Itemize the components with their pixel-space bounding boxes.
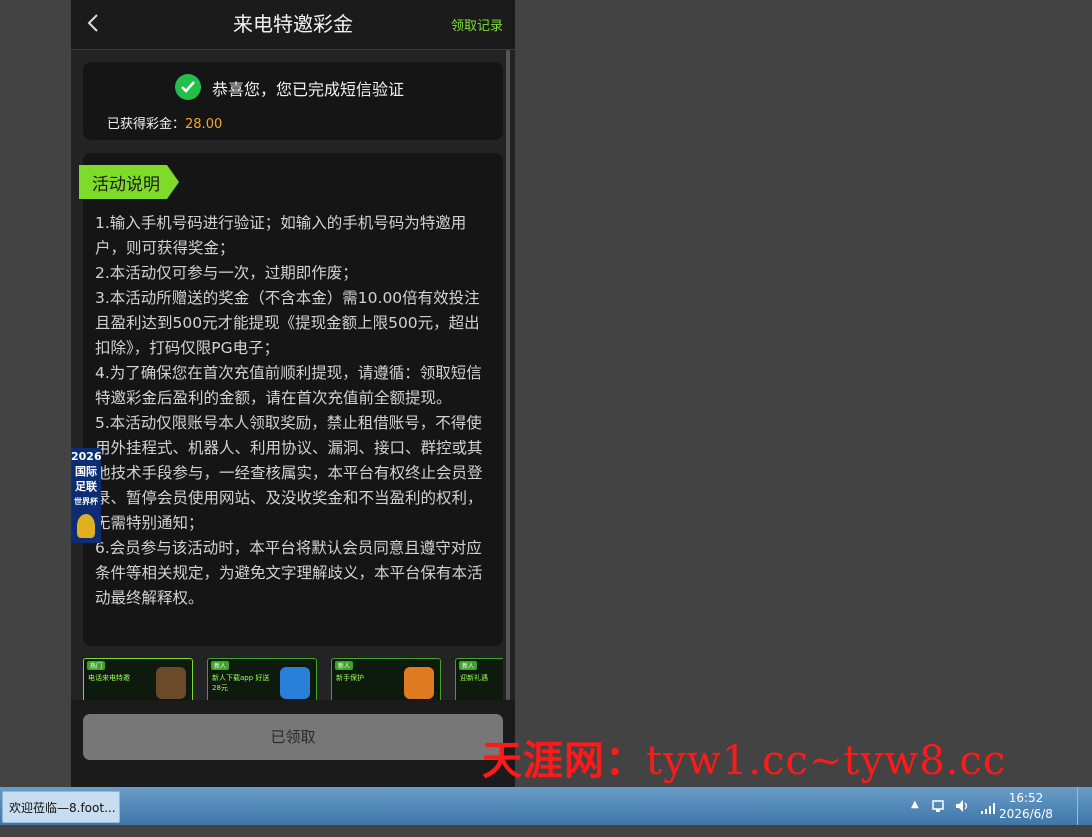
rule-item: 6.会员参与该活动时，本平台将默认会员同意且遵守对应条件等相关规定，为避免文字理… xyxy=(95,539,483,607)
promo-thumbnail[interactable]: 新人 迎新礼遇 xyxy=(455,658,503,702)
promo-thumbnail[interactable]: 新人 新手保护 xyxy=(331,658,441,702)
records-link[interactable]: 领取记录 xyxy=(451,15,503,34)
rule-item: 2.本活动仅可参与一次，过期即作废； xyxy=(95,264,358,282)
taskbar-window-button[interactable]: 欢迎莅临—8.foot... xyxy=(2,791,120,823)
person-image-icon xyxy=(156,667,186,699)
show-desktop-button[interactable] xyxy=(1077,787,1092,825)
badge-line: 足联 xyxy=(75,480,97,493)
badge-line: 2026 xyxy=(71,450,101,463)
rule-item: 5.本活动仅限账号本人领取奖励，禁止租借账号，不得使用外挂程式、机器人、利用协议… xyxy=(95,414,483,532)
thumbnail-tag: 新人 xyxy=(335,661,354,670)
rules-list: 1.输入手机号码进行验证；如输入的手机号码为特邀用户，则可获得奖金； 2.本活动… xyxy=(95,211,495,611)
check-circle-icon xyxy=(175,74,201,100)
app-panel: 来电特邀彩金 领取记录 恭喜您，您已完成短信验证 已获得彩金：28.00 活动说… xyxy=(71,0,515,787)
thumbnail-tag: 新人 xyxy=(211,661,230,670)
watermark-en: tyw1.cc~tyw8.cc xyxy=(646,738,1007,784)
rule-item: 4.为了确保您在首次充值前顺利提现，请遵循：领取短信特邀彩金后盈利的金额，请在首… xyxy=(95,364,482,407)
claim-button[interactable]: 已领取 xyxy=(83,714,503,760)
activity-tag-label: 活动说明 xyxy=(92,175,160,195)
page-title: 来电特邀彩金 xyxy=(233,12,353,36)
watermark-cn: 天涯网： xyxy=(482,737,646,784)
bottom-action-bar: 已领取 xyxy=(71,700,515,787)
phone-image-icon xyxy=(280,667,310,699)
thumbnail-text: 新手保护 xyxy=(336,674,364,682)
rule-item: 1.输入手机号码进行验证；如输入的手机号码为特邀用户，则可获得奖金； xyxy=(95,214,467,257)
speaker-icon[interactable] xyxy=(955,798,971,836)
badge-line: 世界杯 xyxy=(74,497,98,506)
promo-thumbnail-strip[interactable]: 热门 电话来电特邀 新人 新人下载app 好送28元 新人 新手保护 新人 迎新… xyxy=(83,658,503,702)
thumbnail-text: 电话来电特邀 xyxy=(88,674,130,682)
gift-image-icon xyxy=(404,667,434,699)
clock-time: 16:52 xyxy=(1008,791,1044,805)
taskbar-clock[interactable]: 16:52 2026/6/8 xyxy=(996,790,1056,822)
clock-date: 2026/6/8 xyxy=(999,807,1053,821)
bonus-label: 已获得彩金： xyxy=(107,117,186,132)
promo-thumbnail[interactable]: 热门 电话来电特邀 xyxy=(83,658,193,702)
verification-status-card: 恭喜您，您已完成短信验证 已获得彩金：28.00 xyxy=(83,62,503,140)
thumbnail-tag: 热门 xyxy=(87,661,106,670)
rule-item: 3.本活动所赠送的奖金（不含本金）需10.00倍有效投注且盈利达到500元才能提… xyxy=(95,289,480,357)
windows-taskbar: 欢迎莅临—8.foot... ▲ 16:52 2026/6/8 xyxy=(0,787,1092,825)
activity-tag: 活动说明 xyxy=(79,165,179,199)
thumbnail-text: 迎新礼遇 xyxy=(460,674,488,682)
network-icon[interactable] xyxy=(932,798,944,812)
header-bar: 来电特邀彩金 领取记录 xyxy=(71,0,515,50)
tray-expand-icon[interactable]: ▲ xyxy=(911,799,919,837)
activity-description-card: 活动说明 1.输入手机号码进行验证；如输入的手机号码为特邀用户，则可获得奖金； … xyxy=(79,153,503,646)
signal-icon[interactable] xyxy=(980,799,996,837)
thumbnail-text: 新人下载app 好送28元 xyxy=(212,674,270,692)
thumbnail-tag: 新人 xyxy=(459,661,478,670)
scrollbar[interactable] xyxy=(506,50,510,700)
watermark-text: 天涯网：tyw1.cc~tyw8.cc xyxy=(482,728,1006,786)
promo-thumbnail[interactable]: 新人 新人下载app 好送28元 xyxy=(207,658,317,702)
bonus-row: 已获得彩金：28.00 xyxy=(107,113,222,132)
badge-line: 国际 xyxy=(75,465,97,478)
content-scroll-area[interactable]: 恭喜您，您已完成短信验证 已获得彩金：28.00 活动说明 1.输入手机号码进行… xyxy=(71,50,515,702)
world-cup-floating-badge[interactable]: 2026 国际 足联 世界杯 xyxy=(71,448,101,543)
trophy-icon xyxy=(77,514,95,538)
success-message: 恭喜您，您已完成短信验证 xyxy=(212,80,405,99)
bonus-value: 28.00 xyxy=(185,117,223,132)
